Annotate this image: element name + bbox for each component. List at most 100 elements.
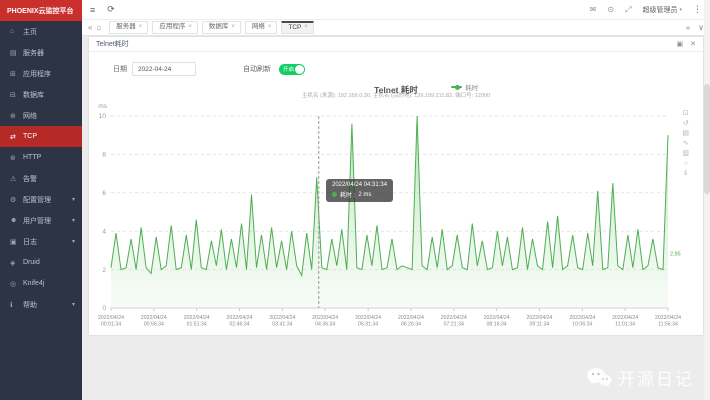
svg-text:2022/04/2408:16:34: 2022/04/2408:16:34 — [484, 315, 510, 328]
screen: PHOENIX云监控平台 ⌂主页▤服务器⊞应用程序⊟数据库⊕网络⇄TCP⊛HTT… — [0, 0, 710, 400]
svg-text:2022/04/2403:41:34: 2022/04/2403:41:34 — [269, 315, 295, 328]
svg-text:2022/04/2409:11:34: 2022/04/2409:11:34 — [526, 315, 552, 328]
main-area: ≡ ⟳ ✉⊙⤢ 超级管理员 ▾ ⋮ « ⌂ 服务器×应用程序×数据库×网络×TC… — [82, 0, 710, 400]
sidebar-item-label: 应用程序 — [23, 69, 51, 79]
close-tab-icon[interactable]: × — [188, 24, 192, 32]
hamburger-icon[interactable]: ≡ — [90, 5, 95, 15]
theme-icon[interactable]: ⊙ — [607, 5, 614, 15]
sidebar-item-alarm[interactable]: ⚠ 告警 — [0, 168, 82, 189]
page-scrollbar[interactable] — [704, 0, 710, 400]
sidebar-item-label: 数据库 — [23, 90, 44, 100]
svg-text:2022/04/2402:46:34: 2022/04/2402:46:34 — [227, 315, 253, 328]
chevron-down-icon: ▾ — [72, 238, 75, 245]
date-input[interactable] — [132, 62, 196, 76]
druid-icon: ◈ — [10, 259, 19, 267]
application-icon: ⊞ — [10, 70, 19, 78]
tab-数据库[interactable]: 数据库× — [202, 21, 241, 34]
sidebar-item-druid[interactable]: ◈ Druid — [0, 252, 82, 273]
watermark: 开源日记 — [586, 365, 694, 390]
sidebar-item-label: 帮助 — [23, 300, 37, 310]
bar-chart-icon[interactable]: ▥ — [682, 150, 689, 157]
kebab-menu-icon[interactable]: ⋮ — [693, 4, 702, 15]
sidebar-item-user-mgmt[interactable]: ☻用户管理▾ — [0, 210, 82, 231]
tab-label: TCP — [288, 24, 301, 32]
sidebar-item-application[interactable]: ⊞ 应用程序 — [0, 63, 82, 84]
svg-text:2: 2 — [102, 267, 106, 274]
legend-item[interactable]: 耗时 — [451, 82, 478, 92]
chart-title-row: Telnet 耗时 耗时 — [89, 80, 703, 91]
svg-text:2022/04/2406:26:34: 2022/04/2406:26:34 — [398, 315, 424, 328]
tab-TCP[interactable]: TCP× — [281, 21, 314, 34]
help-icon: ℹ — [10, 301, 19, 309]
tab-应用程序[interactable]: 应用程序× — [152, 21, 198, 34]
sidebar-item-database[interactable]: ⊟ 数据库 — [0, 84, 82, 105]
sidebar: PHOENIX云监控平台 ⌂主页▤服务器⊞应用程序⊟数据库⊕网络⇄TCP⊛HTT… — [0, 0, 82, 400]
tab-label: 网络 — [252, 23, 265, 31]
sidebar-item-network[interactable]: ⊕网络 — [0, 105, 82, 126]
topbar-icons: ✉ ⊙ ⤢ — [590, 5, 632, 15]
sidebar-item-help[interactable]: ℹ帮助▾ — [0, 294, 82, 315]
restore-icon[interactable]: ○ — [682, 160, 689, 167]
close-tab-icon[interactable]: × — [268, 24, 272, 32]
topbar: ≡ ⟳ ✉ ⊙ ⤢ 超级管理员 ▾ ⋮ — [82, 0, 710, 20]
chart-title: Telnet 耗时 — [374, 85, 418, 95]
sidebar-item-label: Knife4j — [23, 280, 44, 287]
svg-text:2022/04/2404:36:34: 2022/04/2404:36:34 — [312, 315, 338, 328]
sidebar-item-server[interactable]: ▤服务器 — [0, 42, 82, 63]
tabs-right: » ∨ — [686, 24, 704, 32]
zoom-reset-icon[interactable]: ↺ — [682, 120, 689, 127]
tab-label: 数据库 — [209, 23, 229, 31]
svg-text:2022/04/2405:31:34: 2022/04/2405:31:34 — [355, 315, 381, 328]
save-image-icon[interactable]: ⇓ — [682, 170, 689, 177]
toggle-on-label: 开启 — [283, 65, 294, 73]
svg-text:ms: ms — [98, 103, 107, 110]
date-label: 日期 — [113, 64, 127, 74]
svg-text:2022/04/2400:56:34: 2022/04/2400:56:34 — [141, 315, 167, 328]
telnet-latency-chart[interactable]: 0246810ms2022/04/2400:01:342022/04/2400:… — [89, 100, 693, 332]
logs-icon: ▣ — [10, 238, 19, 246]
sidebar-item-tcp[interactable]: ⇄TCP — [0, 126, 82, 147]
sidebar-item-label: Druid — [23, 259, 40, 266]
chart-area: Telnet 耗时 耗时 主机名 (来源): 192.168.0.30, 主机名… — [89, 80, 703, 332]
close-tab-icon[interactable]: × — [304, 24, 308, 32]
close-tab-icon[interactable]: × — [231, 24, 235, 32]
home-tab-icon[interactable]: ⌂ — [96, 24, 101, 32]
close-tab-icon[interactable]: × — [139, 24, 143, 32]
sidebar-item-label: 配置管理 — [23, 195, 51, 205]
maximize-icon[interactable]: ▣ — [677, 40, 684, 48]
sidebar-item-home[interactable]: ⌂主页 — [0, 21, 82, 42]
auto-refresh-toggle[interactable]: 开启 — [279, 64, 305, 75]
sidebar-item-config-mgmt[interactable]: ⚙配置管理▾ — [0, 189, 82, 210]
data-view-icon[interactable]: ▤ — [682, 130, 689, 137]
svg-text:2022/04/2407:21:34: 2022/04/2407:21:34 — [441, 315, 467, 328]
line-chart-icon[interactable]: ∿ — [682, 140, 689, 147]
sidebar-item-label: 网络 — [23, 111, 37, 121]
svg-text:4: 4 — [102, 228, 106, 235]
chevron-down-icon: ▾ — [72, 217, 75, 224]
data-zoom-icon[interactable]: ⊡ — [682, 110, 689, 117]
sidebar-item-label: HTTP — [23, 154, 41, 161]
svg-text:2022/04/2411:56:34: 2022/04/2411:56:34 — [655, 315, 681, 328]
sidebar-item-knife4j[interactable]: ◎Knife4j — [0, 273, 82, 294]
tab-服务器[interactable]: 服务器× — [109, 21, 148, 34]
svg-text:2.85: 2.85 — [670, 251, 681, 257]
close-icon[interactable]: ✕ — [690, 40, 696, 48]
database-icon: ⊟ — [10, 91, 19, 99]
sidebar-item-logs[interactable]: ▣日志▾ — [0, 231, 82, 252]
server-icon: ▤ — [10, 49, 19, 57]
user-menu[interactable]: 超级管理员 ▾ — [642, 5, 682, 15]
scrollbar-thumb[interactable] — [704, 84, 710, 194]
collapse-tabs-icon[interactable]: « — [88, 24, 92, 32]
more-tabs-icon[interactable]: » — [686, 24, 690, 32]
fullscreen-icon[interactable]: ⤢ — [625, 5, 631, 15]
tab-网络[interactable]: 网络× — [245, 21, 278, 34]
chevron-down-icon: ▾ — [679, 7, 682, 13]
alarm-icon: ⚠ — [10, 175, 19, 183]
sidebar-item-label: 告警 — [23, 174, 37, 184]
sidebar-item-http[interactable]: ⊛HTTP — [0, 147, 82, 168]
tabs-list: 服务器×应用程序×数据库×网络×TCP× — [109, 21, 681, 34]
card-tools: ▣ ✕ — [677, 40, 697, 48]
message-icon[interactable]: ✉ — [590, 5, 597, 15]
refresh-icon[interactable]: ⟳ — [107, 4, 115, 15]
svg-text:2022/04/2401:51:34: 2022/04/2401:51:34 — [184, 315, 210, 328]
